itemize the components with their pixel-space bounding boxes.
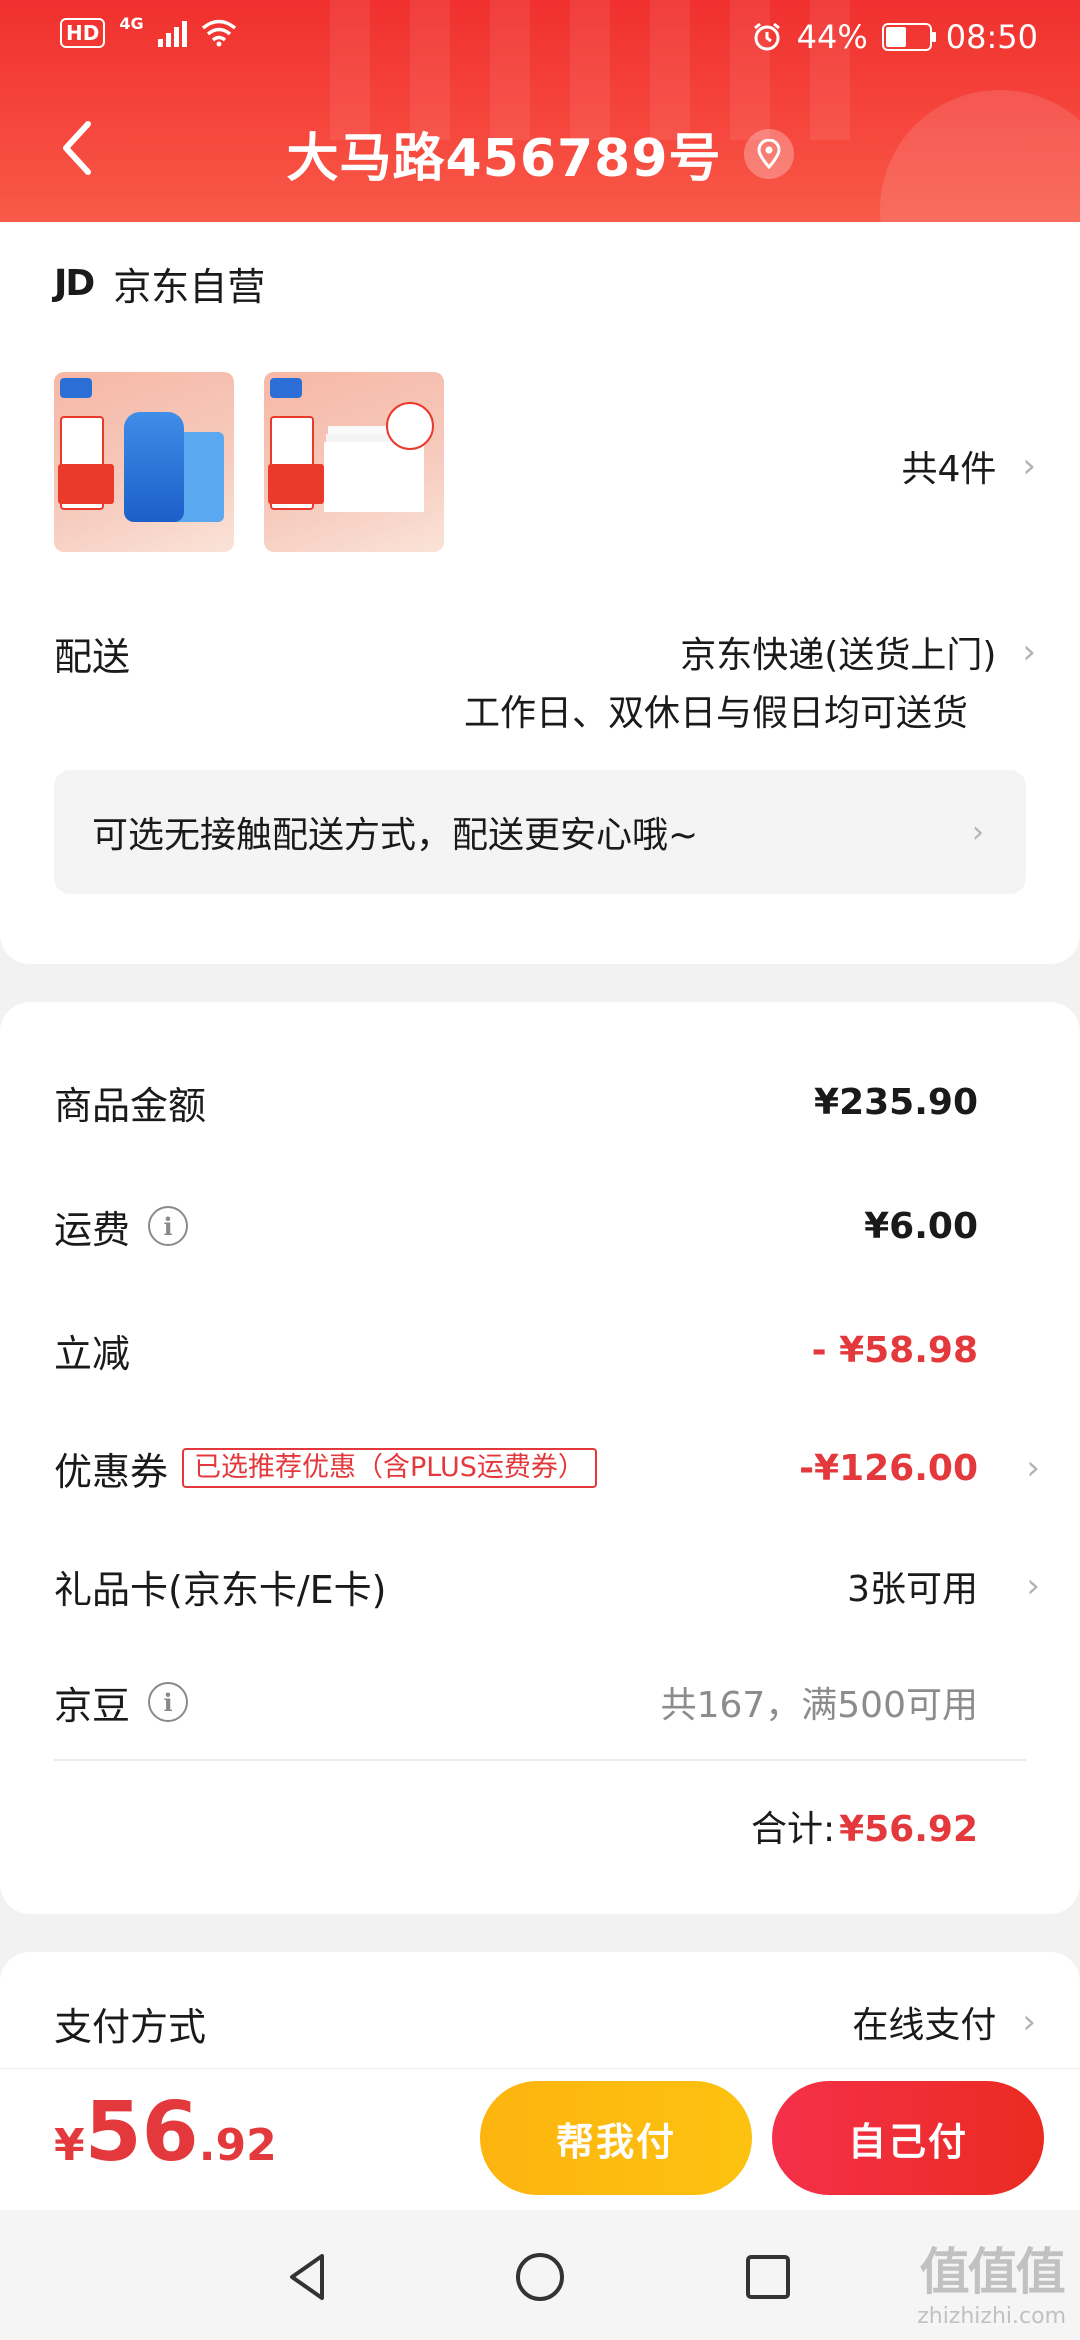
gift-card-label: 礼品卡(京东卡/E卡)	[54, 1567, 387, 1612]
freight-row: 运费 i ¥6.00	[54, 1196, 1080, 1256]
contactless-notice-text: 可选无接触配送方式，配送更安心哦~	[92, 815, 699, 856]
product-thumbnail-detergent[interactable]	[54, 372, 234, 552]
signal-icon	[157, 19, 187, 47]
delivery-method-row[interactable]: 京东快递(送货上门) ›	[680, 626, 1036, 678]
payment-method-card[interactable]: 支付方式 在线支付 ›	[0, 1952, 1080, 2072]
gift-card-row[interactable]: 礼品卡(京东卡/E卡) 3张可用 ›	[54, 1556, 1080, 1616]
chevron-right-icon: ›	[1022, 446, 1036, 486]
contactless-delivery-option[interactable]: 可选无接触配送方式，配送更安心哦~ ›	[54, 770, 1026, 894]
goods-amount-row: 商品金额 ¥235.90	[54, 1072, 1080, 1132]
total-value: ¥56.92	[839, 1809, 978, 1850]
location-pin-icon	[743, 128, 794, 179]
freight-value: ¥6.00	[864, 1205, 978, 1247]
instant-discount-value: - ¥58.98	[811, 1329, 978, 1371]
jingdou-row: 京豆 i 共167，满500可用	[54, 1672, 1080, 1732]
nav-back-icon[interactable]	[272, 2242, 342, 2312]
freight-label: 运费	[54, 1207, 131, 1252]
final-price: ¥ 56 .92	[54, 2085, 277, 2180]
watermark: 值值值 zhizhizhi.com	[917, 2232, 1066, 2329]
payment-method-row[interactable]: 在线支付 ›	[852, 1996, 1036, 2048]
coupon-recommend-tag: 已选推荐优惠（含PLUS运费券）	[182, 1448, 597, 1488]
price-decimal: .92	[198, 2120, 277, 2171]
nav-recents-icon[interactable]	[733, 2242, 803, 2312]
alarm-icon	[753, 22, 780, 51]
instant-discount-row: 立减 - ¥58.98	[54, 1320, 1080, 1380]
price-summary-card: 商品金额 ¥235.90 运费 i ¥6.00 立减 - ¥58.98 优惠券 …	[0, 1002, 1080, 1914]
coupon-label: 优惠券	[54, 1449, 169, 1494]
delivery-time: 工作日、双休日与假日均可送货	[463, 693, 968, 734]
product-thumbnail-tissue[interactable]	[264, 372, 444, 552]
chevron-right-icon: ›	[1026, 1448, 1040, 1488]
info-icon[interactable]: i	[148, 1682, 189, 1722]
total-row: 合计: ¥56.92	[751, 1800, 978, 1852]
checkout-bar: ¥ 56 .92 帮我付 自己付	[0, 2068, 1080, 2211]
delivery-label: 配送	[54, 635, 131, 679]
divider	[54, 1759, 1026, 1761]
jd-logo: JD	[54, 263, 95, 304]
total-label: 合计:	[750, 1809, 836, 1850]
wifi-icon	[201, 19, 236, 47]
instant-discount-label: 立减	[54, 1331, 131, 1376]
payment-method-value: 在线支付	[852, 2005, 997, 2046]
item-count: 共4件	[901, 449, 997, 490]
nav-home-icon[interactable]	[505, 2242, 575, 2312]
item-count-row[interactable]: 共4件 ›	[901, 440, 1036, 492]
currency-symbol: ¥	[54, 2120, 85, 2171]
help-me-pay-button[interactable]: 帮我付	[480, 2081, 752, 2195]
goods-amount-label: 商品金额	[54, 1083, 207, 1128]
clock: 08:50	[945, 18, 1038, 56]
gift-card-value: 3张可用	[847, 1569, 978, 1610]
order-items-card: JD 京东自营 共4件 › 配送 京东快递(送货上门) › 工作日、双休日与假日…	[0, 222, 1080, 964]
order-confirm-screen: HD 4G 44% 08:50 大马路456789号 JD 京东自营 共4件 ›…	[0, 0, 1080, 2340]
pay-myself-button[interactable]: 自己付	[772, 2081, 1044, 2195]
price-integer: 56	[84, 2085, 199, 2180]
network-type: 4G	[119, 13, 144, 33]
jingdou-value: 共167，满500可用	[660, 1685, 978, 1726]
chevron-right-icon: ›	[972, 814, 984, 850]
chevron-right-icon: ›	[1026, 1566, 1040, 1606]
battery-icon	[881, 23, 936, 51]
header: HD 4G 44% 08:50 大马路456789号	[0, 0, 1080, 222]
coupon-value: -¥126.00	[799, 1447, 978, 1489]
payment-method-label: 支付方式	[54, 2005, 207, 2049]
address-text: 大马路456789号	[286, 129, 722, 189]
chevron-right-icon: ›	[1022, 632, 1036, 672]
store-row: JD 京东自营	[54, 256, 265, 311]
chevron-right-icon: ›	[1022, 2002, 1036, 2042]
status-bar: HD 4G 44% 08:50	[0, 0, 1080, 76]
watermark-logo: 值值值	[919, 2243, 1066, 2301]
delivery-method: 京东快递(送货上门)	[680, 635, 997, 676]
jingdou-label: 京豆	[54, 1683, 131, 1728]
address-title[interactable]: 大马路456789号	[0, 116, 1080, 191]
battery-percent: 44%	[796, 18, 868, 56]
goods-amount-value: ¥235.90	[814, 1081, 978, 1123]
coupon-row[interactable]: 优惠券 已选推荐优惠（含PLUS运费券） -¥126.00 ›	[54, 1438, 1080, 1498]
store-name: 京东自营	[113, 265, 266, 309]
hd-icon: HD	[60, 18, 106, 48]
info-icon[interactable]: i	[148, 1206, 189, 1246]
watermark-site: zhizhizhi.com	[917, 2304, 1066, 2329]
